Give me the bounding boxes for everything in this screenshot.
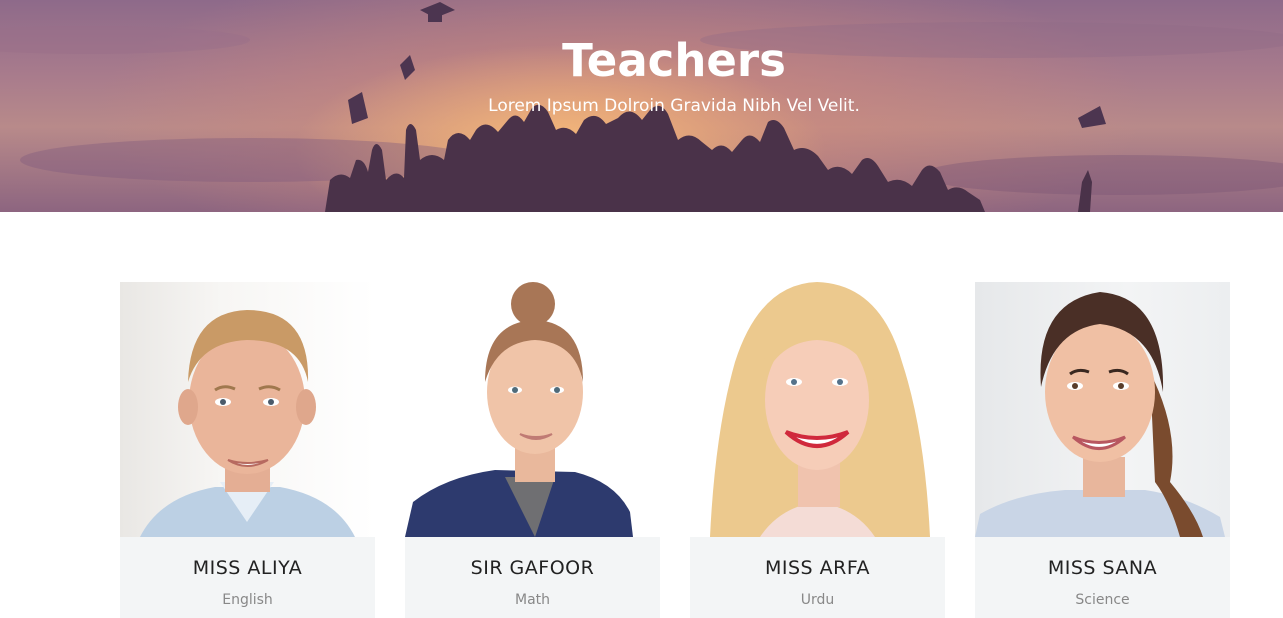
teacher-name[interactable]: MISS SANA [975,557,1230,579]
teacher-name[interactable]: SIR GAFOOR [405,557,660,579]
teacher-info: MISS ARFA Urdu [690,537,945,618]
teacher-info: MISS ALIYA English [120,537,375,618]
teacher-name[interactable]: MISS ARFA [690,557,945,579]
teacher-subject: Urdu [800,592,835,608]
teacher-photo [975,282,1230,537]
teacher-subject: Math [514,592,551,608]
teacher-subject: Science [1075,592,1130,608]
page-subtitle: Lorem Ipsum Dolroin Gravida Nibh Vel Vel… [488,96,860,116]
teacher-info: MISS SANA Science [975,537,1230,618]
teacher-photo [120,282,375,537]
teacher-subject: English [222,592,273,608]
page-title: Teachers [562,34,786,87]
teacher-card[interactable]: MISS ARFA Urdu [690,282,945,618]
teacher-card[interactable]: MISS SANA Science [975,282,1230,618]
teacher-name[interactable]: MISS ALIYA [120,557,375,579]
hero-banner: Teachers Lorem Ipsum Dolroin Gravida Nib… [0,0,1283,212]
teacher-photo [405,282,660,537]
teacher-photo [690,282,945,537]
teacher-card[interactable]: MISS ALIYA English [120,282,375,618]
teacher-info: SIR GAFOOR Math [405,537,660,618]
teacher-card[interactable]: SIR GAFOOR Math [405,282,660,618]
